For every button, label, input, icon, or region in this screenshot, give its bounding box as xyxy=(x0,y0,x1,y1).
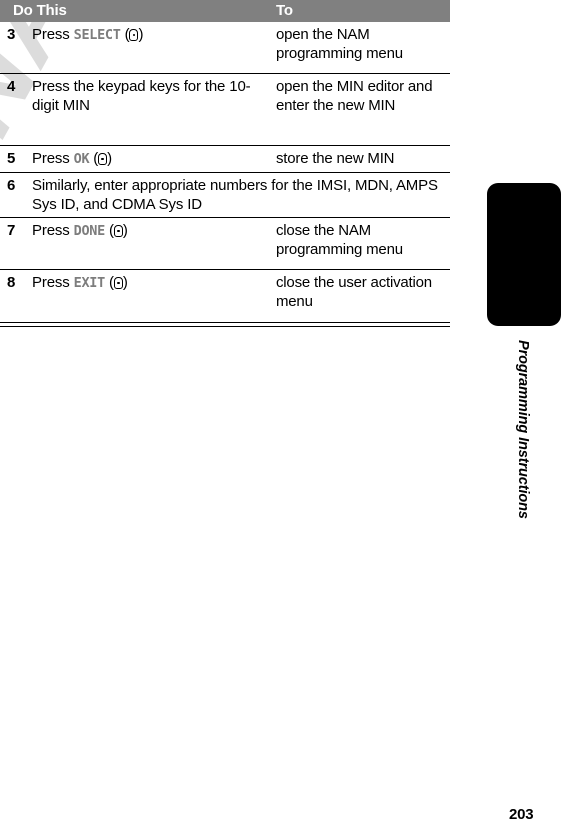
table-body: 3 Press SELECT () open the NAM programming… xyxy=(0,22,450,322)
page-number: 203 xyxy=(509,806,534,823)
column-header-to: To xyxy=(276,2,293,19)
paren-close: ) xyxy=(122,222,128,239)
paren-close: ) xyxy=(122,274,128,291)
step-action-text: Press xyxy=(32,222,74,239)
table-row: 4 Press the keypad keys for the 10-digit … xyxy=(0,74,450,146)
chapter-thumb-tab xyxy=(487,183,561,326)
table-row: 3 Press SELECT () open the NAM programming… xyxy=(0,22,450,74)
column-header-do-this: Do This xyxy=(13,2,67,19)
step-action-cell: Press SELECT () xyxy=(32,25,267,45)
soft-key-icon xyxy=(113,225,123,237)
step-number: 5 xyxy=(7,150,16,167)
table-row: 8 Press EXIT () close the user activation … xyxy=(0,270,450,322)
softkey-label: EXIT xyxy=(73,275,106,291)
softkey-label: OK xyxy=(73,151,90,167)
step-number: 4 xyxy=(7,78,16,95)
table-row: 5 Press OK () store the new MIN xyxy=(0,146,450,173)
step-result-cell: close the user activation menu xyxy=(276,274,432,310)
paren-open: ( xyxy=(104,222,114,239)
step-result-cell: close the NAM programming menu xyxy=(276,222,403,258)
paren-open: ( xyxy=(120,26,130,43)
page-content: Do This To 3 Press SELECT () open the NAM … xyxy=(0,0,581,836)
table-row: 7 Press DONE () close the NAM programming … xyxy=(0,218,450,270)
step-action-text: Press xyxy=(32,274,74,291)
softkey-label: SELECT xyxy=(73,27,121,43)
step-number: 7 xyxy=(7,222,16,239)
step-action-text: Press xyxy=(32,150,74,167)
step-action-text: Press the keypad keys for the 10-digit M… xyxy=(32,78,251,114)
paren-close: ) xyxy=(138,26,144,43)
soft-key-icon xyxy=(98,153,108,165)
table-header-row: Do This To xyxy=(0,0,450,22)
step-result-cell: open the MIN editor and enter the new MI… xyxy=(276,78,433,114)
step-action-text: Press xyxy=(32,26,74,43)
soft-key-icon xyxy=(113,277,123,289)
step-result-cell: store the new MIN xyxy=(276,150,395,167)
soft-key-icon xyxy=(129,29,139,41)
paren-open: ( xyxy=(89,150,99,167)
table-bottom-rule xyxy=(0,322,450,327)
chapter-label: Programming Instructions xyxy=(515,340,531,519)
step-action-cell: Press EXIT () xyxy=(32,273,267,293)
step-number: 8 xyxy=(7,274,16,291)
step-action-cell: Press OK () xyxy=(32,149,267,169)
procedure-table: Do This To 3 Press SELECT () open the NAM … xyxy=(0,0,450,327)
step-action-cell: Press DONE () xyxy=(32,221,267,241)
rule-line-2 xyxy=(0,325,450,327)
step-action-cell: Press the keypad keys for the 10-digit M… xyxy=(32,77,267,115)
step-action-text: Similarly, enter appropriate numbers for… xyxy=(32,177,438,213)
step-result-cell: open the NAM programming menu xyxy=(276,26,403,62)
paren-open: ( xyxy=(104,274,114,291)
rule-line-1 xyxy=(0,322,450,323)
table-row: 6 Similarly, enter appropriate numbers fo… xyxy=(0,173,450,218)
step-number: 6 xyxy=(7,177,16,194)
softkey-label: DONE xyxy=(73,223,106,239)
paren-close: ) xyxy=(107,150,113,167)
step-number: 3 xyxy=(7,26,16,43)
step-action-cell: Similarly, enter appropriate numbers for… xyxy=(32,176,442,214)
